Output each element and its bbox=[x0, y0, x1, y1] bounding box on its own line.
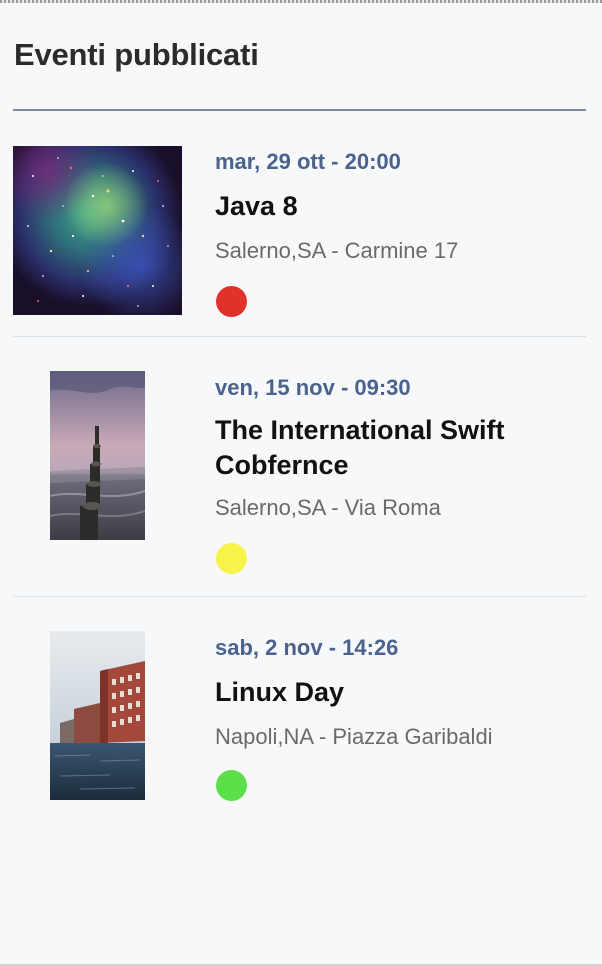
status-dot-yellow bbox=[216, 543, 247, 574]
event-date: ven, 15 nov - 09:30 bbox=[215, 375, 411, 400]
event-image-waterfront bbox=[50, 631, 145, 800]
events-list: mar, 29 ott - 20:00 Java 8 Salerno,SA - … bbox=[0, 0, 602, 966]
event-info: mar, 29 ott - 20:00 Java 8 Salerno,SA - … bbox=[215, 149, 582, 317]
event-card-linux-day[interactable]: sab, 2 nov - 14:26 Linux Day Napoli,NA -… bbox=[0, 597, 602, 827]
event-image-pier bbox=[50, 371, 145, 540]
event-title: Java 8 bbox=[215, 191, 298, 221]
event-card-swift-conference[interactable]: ven, 15 nov - 09:30 The International Sw… bbox=[0, 337, 602, 596]
event-title: The International Swift Cobfernce bbox=[215, 415, 505, 480]
event-location: Salerno,SA - Carmine 17 bbox=[215, 238, 459, 263]
event-date: sab, 2 nov - 14:26 bbox=[215, 635, 399, 660]
event-title: Linux Day bbox=[215, 677, 345, 707]
event-card-java-8[interactable]: mar, 29 ott - 20:00 Java 8 Salerno,SA - … bbox=[0, 111, 602, 336]
status-dot-red bbox=[216, 286, 247, 317]
event-location: Napoli,NA - Piazza Garibaldi bbox=[215, 724, 493, 749]
event-info: sab, 2 nov - 14:26 Linux Day Napoli,NA -… bbox=[215, 635, 582, 801]
status-dot-green bbox=[216, 770, 247, 801]
event-info: ven, 15 nov - 09:30 The International Sw… bbox=[215, 375, 582, 574]
event-location: Salerno,SA - Via Roma bbox=[215, 495, 441, 520]
event-date: mar, 29 ott - 20:00 bbox=[215, 149, 401, 174]
event-image-galaxy bbox=[13, 146, 182, 315]
